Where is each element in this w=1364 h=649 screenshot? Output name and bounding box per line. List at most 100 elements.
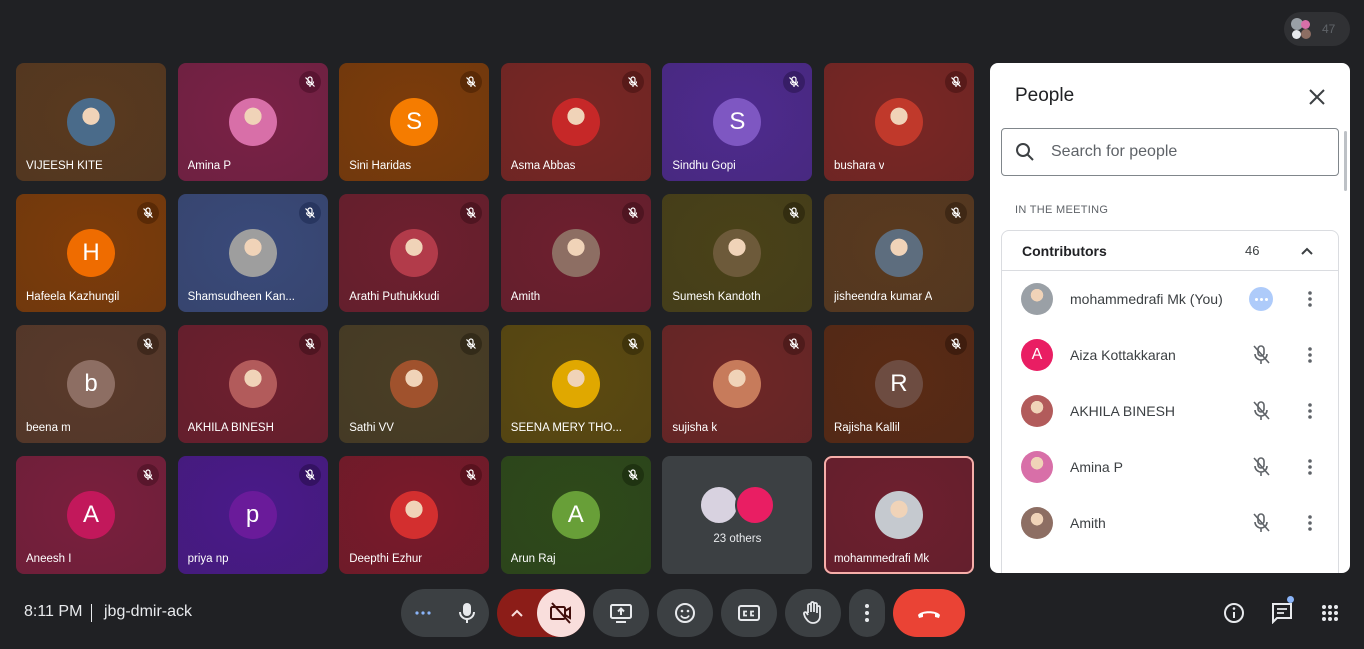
microphone-button[interactable]: [445, 589, 489, 637]
muted-indicator: [783, 71, 806, 93]
participant-tile[interactable]: Deepthi Ezhur: [339, 456, 490, 574]
more-options-button[interactable]: [849, 589, 885, 637]
participant-row[interactable]: Amith: [1002, 495, 1338, 551]
participant-tile[interactable]: Amith: [500, 194, 651, 312]
participant-name: jisheendra kumar A: [833, 291, 933, 303]
meeting-code: jbg-dmir-ack: [104, 603, 193, 620]
mic-off-icon: [950, 207, 962, 219]
participant-tile[interactable]: A Arun Raj: [500, 456, 651, 574]
participant-row[interactable]: A Aiza Kottakkaran: [1002, 327, 1338, 383]
participant-photo: [228, 98, 277, 146]
captions-button[interactable]: [721, 589, 777, 637]
participant-tile[interactable]: Arathi Puthukkudi: [339, 194, 490, 312]
chat-icon: [1272, 603, 1292, 624]
participant-name: mohammedrafi Mk: [833, 553, 930, 565]
participant-avatar: S: [390, 98, 439, 146]
participant-tile[interactable]: p priya np: [177, 456, 328, 574]
participant-tile[interactable]: SEENA MERY THO...: [500, 325, 651, 443]
divider: [91, 604, 92, 622]
mic-off-icon: [465, 338, 477, 350]
participant-photo: [1021, 283, 1053, 315]
mic-off-icon[interactable]: [1249, 399, 1273, 423]
mic-off-icon: [142, 207, 154, 219]
participant-photo: [874, 229, 923, 277]
participant-tile[interactable]: Sathi VV: [339, 325, 490, 443]
participant-avatar: H: [67, 229, 115, 277]
present-button[interactable]: [593, 589, 649, 637]
chat-button[interactable]: [1266, 597, 1298, 629]
speaking-indicator: [1249, 287, 1273, 311]
participant-tile[interactable]: A Aneesh I: [16, 456, 166, 574]
camera-button[interactable]: [537, 589, 585, 637]
participant-row[interactable]: Amina P: [1002, 439, 1338, 495]
more-vertical-icon[interactable]: [1302, 511, 1318, 535]
participant-photo: [1021, 395, 1053, 427]
mic-off-icon[interactable]: [1249, 343, 1273, 367]
participant-tile[interactable]: Asma Abbas: [500, 63, 651, 181]
panel-scrollbar[interactable]: [1344, 131, 1347, 191]
raise-hand-button[interactable]: [785, 589, 841, 637]
mic-off-icon: [627, 76, 639, 88]
participant-name: beena m: [26, 422, 71, 434]
self-video-tile[interactable]: mohammedrafi Mk: [823, 456, 974, 574]
reactions-button[interactable]: [657, 589, 713, 637]
participant-name: AKHILA BINESH: [187, 422, 274, 434]
more-vertical-icon[interactable]: [1302, 399, 1318, 423]
participant-tile[interactable]: S Sindhu Gopi: [662, 63, 813, 181]
participant-name: Hafeela Kazhungil: [26, 291, 120, 303]
mic-off-icon: [142, 338, 154, 350]
participant-name: Rajisha Kallil: [833, 422, 900, 434]
mic-off-icon: [304, 469, 316, 481]
participant-tile[interactable]: b beena m: [16, 325, 166, 443]
participant-tile[interactable]: Amina P: [177, 63, 328, 181]
participant-photo: [551, 98, 600, 146]
mic-off-icon[interactable]: [1249, 455, 1273, 479]
participant-tile[interactable]: S Sini Haridas: [339, 63, 490, 181]
activities-button[interactable]: [1314, 597, 1346, 629]
mic-off-icon: [627, 338, 639, 350]
camera-off-icon: [550, 602, 571, 624]
participant-avatar: b: [67, 360, 115, 408]
participant-name: Sathi VV: [349, 422, 394, 434]
close-panel-button[interactable]: [1304, 84, 1330, 110]
participant-name: priya np: [187, 553, 229, 565]
leave-call-button[interactable]: [893, 589, 965, 637]
mic-off-icon[interactable]: [1249, 511, 1273, 535]
participant-tile[interactable]: Sumesh Kandoth: [662, 194, 813, 312]
participant-count-button[interactable]: 47: [1284, 12, 1350, 46]
clock: 8:11 PM: [24, 603, 83, 620]
meeting-details-button[interactable]: [1218, 597, 1250, 629]
participant-tile[interactable]: VIJEESH KITE: [16, 63, 166, 181]
participant-tile[interactable]: H Hafeela Kazhungil: [16, 194, 166, 312]
participant-name: Asma Abbas: [510, 160, 576, 172]
participant-tile[interactable]: bushara v: [823, 63, 974, 181]
participant-photo: [390, 229, 439, 277]
muted-indicator: [298, 71, 321, 93]
participant-row-name: AKHILA BINESH: [1070, 403, 1176, 419]
participant-tile[interactable]: Shamsudheen Kan...: [177, 194, 328, 312]
more-vertical-icon[interactable]: [1302, 287, 1318, 311]
video-options-button[interactable]: [497, 589, 537, 637]
search-people-input[interactable]: [1051, 143, 1321, 161]
others-tile[interactable]: 23 others: [662, 456, 813, 574]
closed-captions-icon: [738, 605, 760, 621]
muted-indicator: [298, 333, 321, 355]
search-people-field[interactable]: [1001, 128, 1339, 176]
mic-off-icon: [304, 207, 316, 219]
participant-tile[interactable]: jisheendra kumar A: [823, 194, 974, 312]
audio-options-button[interactable]: [401, 589, 445, 637]
participant-tile[interactable]: sujisha k: [662, 325, 813, 443]
more-vertical-icon[interactable]: [1302, 455, 1318, 479]
more-vertical-icon[interactable]: [1302, 343, 1318, 367]
participant-row[interactable]: AKHILA BINESH: [1002, 383, 1338, 439]
contributors-header[interactable]: Contributors 46: [1002, 231, 1338, 271]
participant-row[interactable]: mohammedrafi Mk (You): [1002, 271, 1338, 327]
muted-indicator: [137, 464, 159, 486]
mic-off-icon: [465, 207, 477, 219]
participant-row-name: mohammedrafi Mk (You): [1070, 291, 1223, 307]
mic-off-icon: [304, 338, 316, 350]
chevron-up-icon: [1301, 247, 1313, 255]
participant-tile[interactable]: R Rajisha Kallil: [823, 325, 974, 443]
camera-control: [497, 589, 585, 637]
participant-tile[interactable]: AKHILA BINESH: [177, 325, 328, 443]
